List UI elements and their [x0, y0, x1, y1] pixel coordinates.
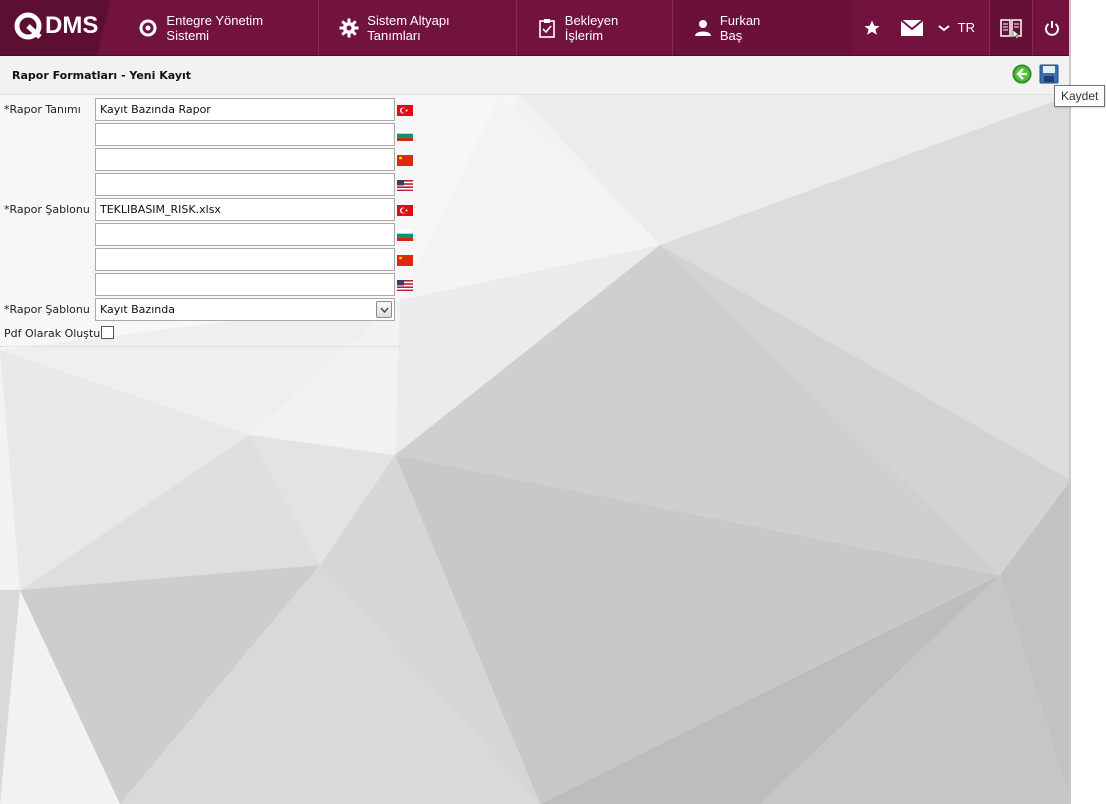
nav-sistem-altyapi-tanimlari[interactable]: Sistem Altyapı Tanımları	[319, 0, 517, 55]
usa-flag-icon	[397, 180, 413, 191]
rapor-tanimi-input-cn[interactable]	[95, 148, 395, 171]
rapor-tanimi-label: *Rapor Tanımı	[4, 103, 81, 116]
nav-entegre-yonetim-sistemi[interactable]: Entegre Yönetim Sistemi	[110, 0, 320, 55]
nav-label: Sistem Altyapı Tanımları	[367, 12, 450, 43]
china-flag-icon	[397, 155, 413, 166]
qdms-logo-icon	[14, 12, 42, 40]
rapor-sablonu-tipi-label: *Rapor Şablonu	[4, 303, 90, 316]
china-flag-icon	[397, 255, 413, 266]
user-name: Furkan Baş	[719, 12, 761, 43]
messages-button[interactable]	[892, 0, 932, 55]
top-navigation-bar: DMS Entegre Yönetim Sistemi Sistem Altya…	[0, 0, 1069, 56]
rapor-sablonu-input-en[interactable]	[95, 273, 395, 296]
bulgaria-flag-icon	[397, 130, 413, 141]
bulgaria-flag-icon	[397, 230, 413, 241]
rapor-sablonu-input-cn[interactable]	[95, 248, 395, 271]
back-arrow-icon	[1012, 64, 1032, 84]
qdms-logo[interactable]: DMS	[13, 11, 98, 41]
user-icon	[693, 18, 712, 38]
save-tooltip: Kaydet	[1054, 85, 1106, 107]
nav-label: Entegre Yönetim Sistemi	[166, 12, 264, 43]
qdms-circle-icon	[138, 18, 158, 38]
chevron-down-icon	[938, 24, 950, 31]
usa-flag-icon	[397, 280, 413, 291]
rapor-tanimi-input-tr[interactable]	[95, 98, 395, 121]
nav-user-menu[interactable]: Furkan Baş	[673, 0, 852, 55]
turkey-flag-icon	[397, 205, 413, 216]
gear-icon	[339, 18, 359, 38]
rapor-tanimi-input-bg[interactable]	[95, 123, 395, 146]
mail-icon	[900, 19, 923, 36]
favorites-button[interactable]	[852, 0, 892, 55]
rapor-tanimi-input-en[interactable]	[95, 173, 395, 196]
rapor-sablonu-input-tr[interactable]	[95, 198, 395, 221]
turkey-flag-icon	[397, 105, 413, 116]
pdf-label: Pdf Olarak Oluştur	[4, 327, 105, 340]
back-button[interactable]	[1012, 64, 1032, 84]
pdf-checkbox[interactable]	[101, 326, 114, 339]
save-button[interactable]	[1039, 64, 1059, 84]
star-icon	[864, 20, 880, 35]
app-window: DMS Entegre Yönetim Sistemi Sistem Altya…	[0, 0, 1071, 804]
floppy-disk-icon	[1039, 64, 1059, 84]
page-header: Rapor Formatları - Yeni Kayıt	[0, 56, 1069, 95]
chevron-down-icon[interactable]	[376, 301, 392, 318]
nav-right-tools: TR	[852, 0, 1069, 55]
clipboard-icon	[537, 18, 557, 38]
page-title: Rapor Formatları - Yeni Kayıt	[12, 69, 192, 82]
nav-bekleyen-islerim[interactable]: Bekleyen İşlerim	[517, 0, 674, 55]
rapor-sablonu-tipi-select[interactable]: Kayıt Bazında	[95, 298, 395, 321]
help-book-button[interactable]	[989, 0, 1033, 55]
power-icon	[1045, 20, 1059, 36]
book-icon	[1000, 18, 1022, 39]
logo-text: DMS	[45, 12, 99, 39]
language-code: TR	[957, 20, 975, 35]
logo-area[interactable]: DMS	[0, 0, 111, 55]
row-divider	[0, 346, 400, 347]
nav-label: Bekleyen İşlerim	[564, 12, 619, 43]
rapor-sablonu-label: *Rapor Şablonu	[4, 203, 90, 216]
logout-button[interactable]	[1033, 0, 1069, 55]
language-selector[interactable]: TR	[932, 0, 989, 55]
rapor-sablonu-input-bg[interactable]	[95, 223, 395, 246]
select-value: Kayıt Bazında	[100, 303, 175, 316]
